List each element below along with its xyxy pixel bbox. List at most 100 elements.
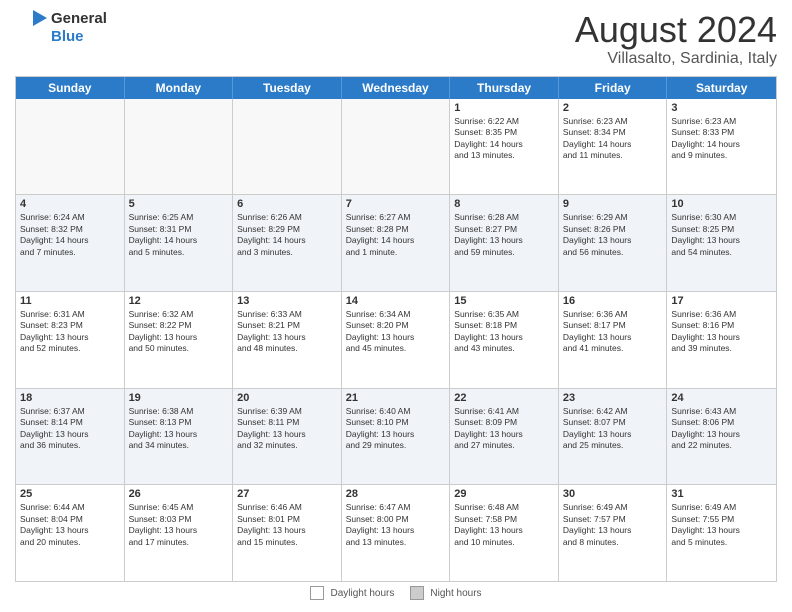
day-number: 14 <box>346 295 446 307</box>
day-number: 28 <box>346 488 446 500</box>
cell-info: Sunrise: 6:46 AM Sunset: 8:01 PM Dayligh… <box>237 502 337 548</box>
cell-info: Sunrise: 6:36 AM Sunset: 8:17 PM Dayligh… <box>563 309 663 355</box>
day-number: 21 <box>346 392 446 404</box>
day-number: 6 <box>237 198 337 210</box>
cal-week-5: 25 Sunrise: 6:44 AM Sunset: 8:04 PM Dayli… <box>16 485 776 581</box>
cell-info: Sunrise: 6:32 AM Sunset: 8:22 PM Dayligh… <box>129 309 229 355</box>
cell-info: Sunrise: 6:34 AM Sunset: 8:20 PM Dayligh… <box>346 309 446 355</box>
cal-cell-day-22: 22 Sunrise: 6:41 AM Sunset: 8:09 PM Dayli… <box>450 389 559 485</box>
day-number: 25 <box>20 488 120 500</box>
cell-info: Sunrise: 6:23 AM Sunset: 8:33 PM Dayligh… <box>671 116 772 162</box>
cal-cell-day-10: 10Sunrise: 6:30 AM Sunset: 8:25 PM Dayli… <box>667 195 776 291</box>
cal-cell-day-28: 28 Sunrise: 6:47 AM Sunset: 8:00 PM Dayli… <box>342 485 451 581</box>
cell-info: Sunrise: 6:29 AM Sunset: 8:26 PM Dayligh… <box>563 212 663 258</box>
cell-info: Sunrise: 6:33 AM Sunset: 8:21 PM Dayligh… <box>237 309 337 355</box>
cal-cell-day-14: 14 Sunrise: 6:34 AM Sunset: 8:20 PM Dayli… <box>342 292 451 388</box>
cal-header-friday: Friday <box>559 77 668 99</box>
cal-header-tuesday: Tuesday <box>233 77 342 99</box>
day-number: 19 <box>129 392 229 404</box>
cal-cell-day-12: 12 Sunrise: 6:32 AM Sunset: 8:22 PM Dayli… <box>125 292 234 388</box>
day-number: 4 <box>20 198 120 210</box>
cell-info: Sunrise: 6:28 AM Sunset: 8:27 PM Dayligh… <box>454 212 554 258</box>
cal-cell-day-15: 15Sunrise: 6:35 AM Sunset: 8:18 PM Dayli… <box>450 292 559 388</box>
cal-cell-day-8: 8 Sunrise: 6:28 AM Sunset: 8:27 PM Daylig… <box>450 195 559 291</box>
cell-info: Sunrise: 6:37 AM Sunset: 8:14 PM Dayligh… <box>20 406 120 452</box>
logo-blue: Blue <box>51 28 107 46</box>
title-block: August 2024 Villasalto, Sardinia, Italy <box>575 10 777 68</box>
cal-header-sunday: Sunday <box>16 77 125 99</box>
cell-info: Sunrise: 6:35 AM Sunset: 8:18 PM Dayligh… <box>454 309 554 355</box>
calendar-body: 1Sunrise: 6:22 AM Sunset: 8:35 PM Daylig… <box>16 99 776 581</box>
cal-header-thursday: Thursday <box>450 77 559 99</box>
day-number: 9 <box>563 198 663 210</box>
cell-info: Sunrise: 6:24 AM Sunset: 8:32 PM Dayligh… <box>20 212 120 258</box>
cal-cell-day-29: 29Sunrise: 6:48 AM Sunset: 7:58 PM Dayli… <box>450 485 559 581</box>
cal-cell-day-20: 20 Sunrise: 6:39 AM Sunset: 8:11 PM Dayli… <box>233 389 342 485</box>
day-number: 13 <box>237 295 337 307</box>
calendar: SundayMondayTuesdayWednesdayThursdayFrid… <box>15 76 777 582</box>
cal-cell-day-3: 3 Sunrise: 6:23 AM Sunset: 8:33 PM Daylig… <box>667 99 776 195</box>
day-number: 8 <box>454 198 554 210</box>
logo-general: General <box>51 10 107 28</box>
sub-title: Villasalto, Sardinia, Italy <box>575 50 777 68</box>
cal-header-saturday: Saturday <box>667 77 776 99</box>
cell-info: Sunrise: 6:43 AM Sunset: 8:06 PM Dayligh… <box>671 406 772 452</box>
day-number: 26 <box>129 488 229 500</box>
cal-week-2: 4 Sunrise: 6:24 AM Sunset: 8:32 PM Daylig… <box>16 195 776 292</box>
day-number: 3 <box>671 102 772 114</box>
cal-cell-day-4: 4 Sunrise: 6:24 AM Sunset: 8:32 PM Daylig… <box>16 195 125 291</box>
main-title: August 2024 <box>575 10 777 50</box>
cal-cell-day-13: 13 Sunrise: 6:33 AM Sunset: 8:21 PM Dayli… <box>233 292 342 388</box>
night-swatch <box>410 586 424 600</box>
cal-cell-day-25: 25 Sunrise: 6:44 AM Sunset: 8:04 PM Dayli… <box>16 485 125 581</box>
cell-info: Sunrise: 6:41 AM Sunset: 8:09 PM Dayligh… <box>454 406 554 452</box>
cal-cell-day-7: 7Sunrise: 6:27 AM Sunset: 8:28 PM Daylig… <box>342 195 451 291</box>
daylight-swatch <box>310 586 324 600</box>
cal-cell-empty <box>233 99 342 195</box>
day-number: 20 <box>237 392 337 404</box>
cal-cell-day-24: 24 Sunrise: 6:43 AM Sunset: 8:06 PM Dayli… <box>667 389 776 485</box>
cal-cell-day-2: 2Sunrise: 6:23 AM Sunset: 8:34 PM Daylig… <box>559 99 668 195</box>
cal-cell-day-9: 9 Sunrise: 6:29 AM Sunset: 8:26 PM Daylig… <box>559 195 668 291</box>
day-number: 24 <box>671 392 772 404</box>
cell-info: Sunrise: 6:44 AM Sunset: 8:04 PM Dayligh… <box>20 502 120 548</box>
cal-week-4: 18Sunrise: 6:37 AM Sunset: 8:14 PM Dayli… <box>16 389 776 486</box>
cell-info: Sunrise: 6:40 AM Sunset: 8:10 PM Dayligh… <box>346 406 446 452</box>
day-number: 22 <box>454 392 554 404</box>
day-number: 29 <box>454 488 554 500</box>
cal-cell-day-26: 26 Sunrise: 6:45 AM Sunset: 8:03 PM Dayli… <box>125 485 234 581</box>
page-header: GeneralBlue August 2024 Villasalto, Sard… <box>15 10 777 68</box>
cal-cell-day-6: 6 Sunrise: 6:26 AM Sunset: 8:29 PM Daylig… <box>233 195 342 291</box>
day-number: 23 <box>563 392 663 404</box>
day-number: 16 <box>563 295 663 307</box>
cal-header-monday: Monday <box>125 77 234 99</box>
cal-header-wednesday: Wednesday <box>342 77 451 99</box>
day-number: 11 <box>20 295 120 307</box>
day-number: 2 <box>563 102 663 114</box>
cal-cell-empty <box>16 99 125 195</box>
cal-cell-day-1: 1Sunrise: 6:22 AM Sunset: 8:35 PM Daylig… <box>450 99 559 195</box>
day-number: 27 <box>237 488 337 500</box>
cal-cell-day-16: 16 Sunrise: 6:36 AM Sunset: 8:17 PM Dayli… <box>559 292 668 388</box>
cal-cell-day-23: 23 Sunrise: 6:42 AM Sunset: 8:07 PM Dayli… <box>559 389 668 485</box>
cal-week-1: 1Sunrise: 6:22 AM Sunset: 8:35 PM Daylig… <box>16 99 776 196</box>
cal-cell-day-21: 21 Sunrise: 6:40 AM Sunset: 8:10 PM Dayli… <box>342 389 451 485</box>
day-number: 12 <box>129 295 229 307</box>
cal-cell-day-30: 30Sunrise: 6:49 AM Sunset: 7:57 PM Dayli… <box>559 485 668 581</box>
cal-cell-day-31: 31Sunrise: 6:49 AM Sunset: 7:55 PM Dayli… <box>667 485 776 581</box>
cell-info: Sunrise: 6:26 AM Sunset: 8:29 PM Dayligh… <box>237 212 337 258</box>
cell-info: Sunrise: 6:30 AM Sunset: 8:25 PM Dayligh… <box>671 212 772 258</box>
cell-info: Sunrise: 6:45 AM Sunset: 8:03 PM Dayligh… <box>129 502 229 548</box>
day-number: 17 <box>671 295 772 307</box>
cal-cell-empty <box>342 99 451 195</box>
cell-info: Sunrise: 6:31 AM Sunset: 8:23 PM Dayligh… <box>20 309 120 355</box>
cell-info: Sunrise: 6:49 AM Sunset: 7:57 PM Dayligh… <box>563 502 663 548</box>
cell-info: Sunrise: 6:39 AM Sunset: 8:11 PM Dayligh… <box>237 406 337 452</box>
cal-cell-empty <box>125 99 234 195</box>
logo-icon <box>15 10 47 46</box>
day-number: 31 <box>671 488 772 500</box>
cell-info: Sunrise: 6:36 AM Sunset: 8:16 PM Dayligh… <box>671 309 772 355</box>
cell-info: Sunrise: 6:22 AM Sunset: 8:35 PM Dayligh… <box>454 116 554 162</box>
cell-info: Sunrise: 6:47 AM Sunset: 8:00 PM Dayligh… <box>346 502 446 548</box>
cell-info: Sunrise: 6:42 AM Sunset: 8:07 PM Dayligh… <box>563 406 663 452</box>
